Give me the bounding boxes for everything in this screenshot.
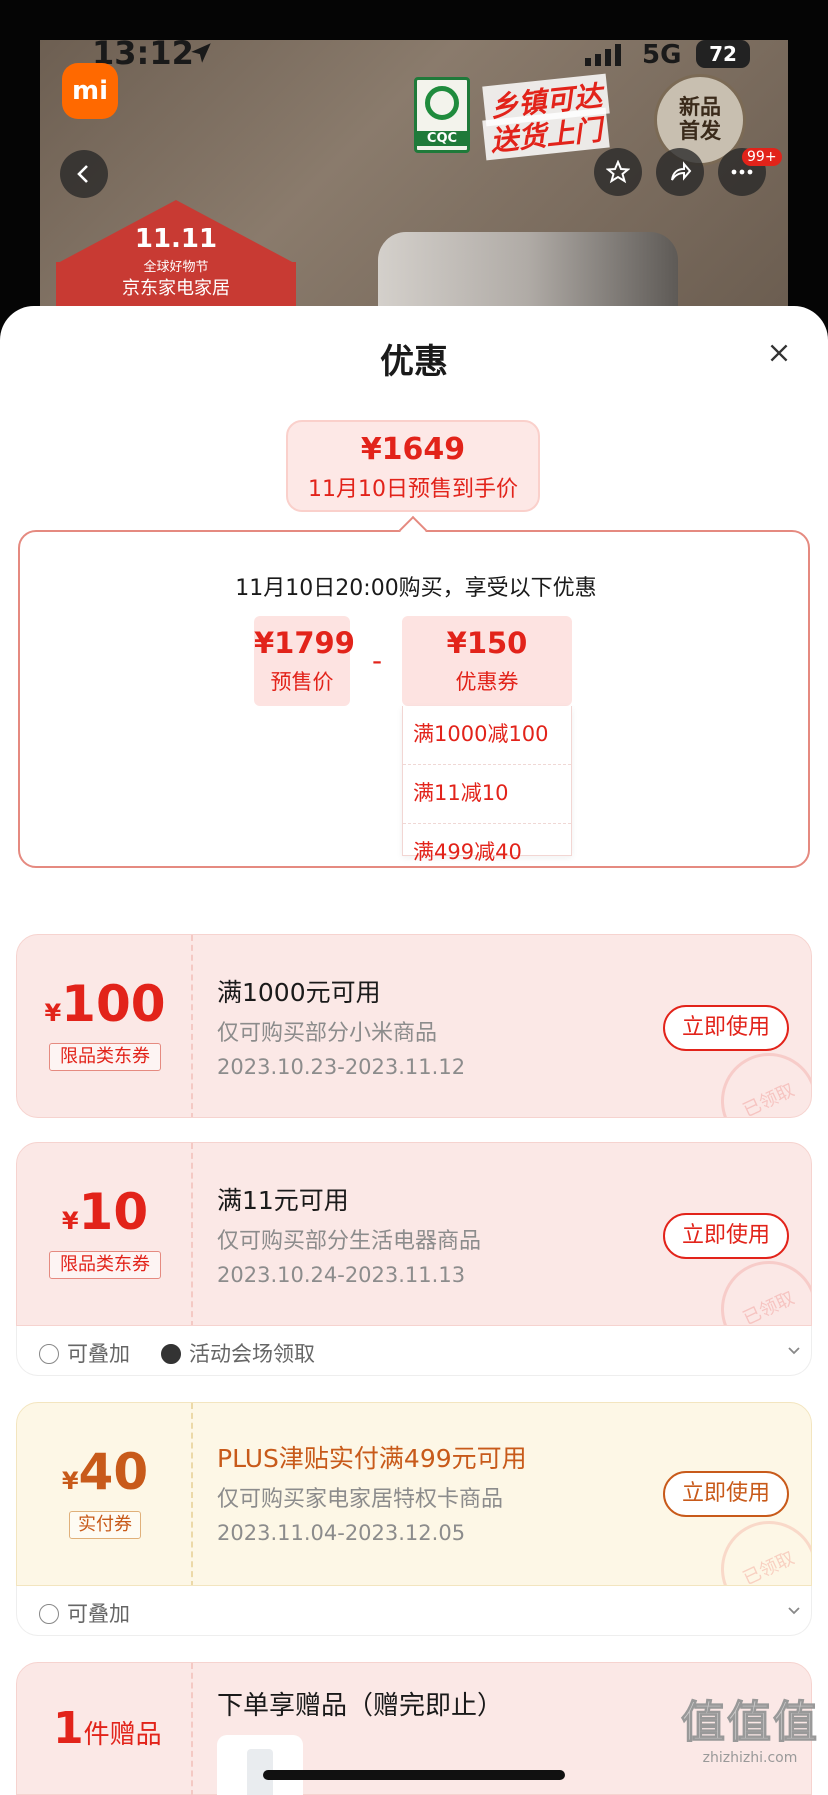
coupon-desc: 仅可购买部分生活电器商品 bbox=[217, 1229, 482, 1254]
use-now-button[interactable]: 立即使用 bbox=[663, 1005, 789, 1051]
coupon-tag: 实付券 bbox=[69, 1511, 141, 1539]
event-subtitle: 全球好物节 bbox=[143, 260, 209, 275]
event-channel: 京东家电家居 bbox=[122, 278, 230, 299]
use-now-button[interactable]: 立即使用 bbox=[663, 1471, 789, 1517]
venue-label: 活动会场领取 bbox=[189, 1342, 315, 1366]
coupon-amount: ¥10 bbox=[17, 1183, 193, 1241]
signal-icon bbox=[585, 44, 621, 66]
gift-count-label: 件赠品 bbox=[83, 1720, 162, 1750]
gift-title: 下单享赠品（赠完即止） bbox=[217, 1691, 504, 1721]
coupon-date: 2023.11.04-2023.12.05 bbox=[217, 1521, 466, 1545]
back-button[interactable] bbox=[60, 150, 108, 198]
coupon-condition: 满1000元可用 bbox=[217, 978, 381, 1007]
coupon-footer[interactable]: 可叠加 活动会场领取 bbox=[16, 1326, 812, 1376]
status-bar: 13:12 5G 72 bbox=[0, 0, 828, 72]
coupon-tag: 限品类东券 bbox=[49, 1251, 161, 1279]
coupon-breakdown-list: 满1000减100 满11减10 满499减40 bbox=[402, 706, 572, 864]
presale-price-cell: ¥1799 预售价 bbox=[254, 616, 355, 706]
new-badge-line1: 新品 bbox=[679, 95, 721, 119]
coupon-date: 2023.10.24-2023.11.13 bbox=[217, 1263, 466, 1287]
coupon-card: ¥10 限品类东券 满11元可用 仅可购买部分生活电器商品 2023.10.24… bbox=[16, 1142, 812, 1326]
coupon-breakdown-item: 满1000减100 bbox=[403, 706, 571, 765]
favorite-button[interactable] bbox=[594, 148, 642, 196]
network-type: 5G bbox=[642, 40, 682, 70]
venue-info: 活动会场领取 bbox=[161, 1338, 315, 1368]
coupon-currency: ¥ bbox=[61, 1467, 79, 1495]
coupon-total-label: 优惠券 bbox=[455, 670, 519, 694]
coupon-date: 2023.10.23-2023.11.12 bbox=[217, 1055, 466, 1079]
coupon-card: ¥40 实付券 PLUS津贴实付满499元可用 仅可购买家电家居特权卡商品 20… bbox=[16, 1402, 812, 1586]
minus-sign: - bbox=[372, 644, 383, 677]
coupon-desc: 仅可购买部分小米商品 bbox=[217, 1021, 438, 1046]
cqc-text: CQC bbox=[417, 131, 467, 146]
coupon-condition: PLUS津贴实付满499元可用 bbox=[217, 1444, 527, 1473]
coupon-total-value: ¥150 bbox=[446, 626, 528, 660]
coupon-breakdown-item: 满499减40 bbox=[413, 840, 522, 864]
gift-thumbnail[interactable] bbox=[217, 1735, 303, 1795]
site-watermark: 值值值 zhizhizhi.com bbox=[676, 1686, 824, 1767]
final-price-box: ¥1649 11月10日预售到手价 bbox=[286, 420, 540, 512]
use-now-button[interactable]: 立即使用 bbox=[663, 1213, 789, 1259]
close-icon[interactable] bbox=[766, 340, 792, 366]
coupon-amount: ¥40 bbox=[17, 1443, 193, 1501]
price-calc-box: 11月10日20:00购买，享受以下优惠 ¥1799 预售价 - ¥150 优惠… bbox=[18, 530, 810, 868]
coupon-currency: ¥ bbox=[61, 1207, 79, 1235]
coupon-card: ¥100 限品类东券 满1000元可用 仅可购买部分小米商品 2023.10.2… bbox=[16, 934, 812, 1118]
coupon-desc: 仅可购买家电家居特权卡商品 bbox=[217, 1487, 504, 1512]
claimed-stamp: 已领取 bbox=[705, 1505, 811, 1585]
sheet-title: 优惠 bbox=[380, 342, 448, 382]
gift-count-number: 1 bbox=[53, 1703, 84, 1754]
chevron-left-icon bbox=[77, 165, 88, 183]
stackable-info: 可叠加 bbox=[39, 1338, 130, 1368]
coupon-footer[interactable]: 可叠加 bbox=[16, 1586, 812, 1636]
stack-icon bbox=[39, 1344, 59, 1364]
brand-logo: mi bbox=[62, 63, 118, 119]
cqc-mark-icon bbox=[425, 86, 459, 120]
coupon-amount-value: 10 bbox=[78, 1183, 149, 1241]
event-title: 11.11 bbox=[134, 224, 218, 254]
home-indicator[interactable] bbox=[263, 1770, 565, 1780]
presale-price-label: 预售价 bbox=[270, 670, 334, 694]
coupon-amount-area: ¥10 限品类东券 bbox=[17, 1143, 193, 1325]
coupon-amount-value: 100 bbox=[61, 975, 166, 1033]
chevron-down-icon[interactable] bbox=[787, 1604, 801, 1618]
coupon-amount-area: ¥40 实付券 bbox=[17, 1403, 193, 1585]
share-icon bbox=[671, 161, 692, 181]
star-icon bbox=[606, 160, 630, 184]
location-arrow-icon bbox=[191, 43, 211, 63]
battery-indicator: 72 bbox=[696, 40, 750, 68]
cqc-cert-logo: CQC bbox=[414, 77, 470, 153]
coupon-currency: ¥ bbox=[44, 999, 62, 1027]
coupon-amount-area: ¥100 限品类东券 bbox=[17, 935, 193, 1117]
notification-badge: 99+ bbox=[742, 148, 782, 166]
final-price-value: ¥1649 bbox=[360, 432, 466, 467]
final-price-label: 11月10日预售到手价 bbox=[308, 477, 518, 502]
coupon-total-cell: ¥150 优惠券 bbox=[402, 616, 572, 706]
new-badge-line2: 首发 bbox=[679, 119, 721, 143]
stack-icon bbox=[39, 1604, 59, 1624]
coupon-condition: 满11元可用 bbox=[217, 1186, 349, 1215]
watermark-logo: 值值值 bbox=[681, 1697, 819, 1749]
watermark-url: zhizhizhi.com bbox=[702, 1750, 798, 1766]
share-button[interactable] bbox=[656, 148, 704, 196]
presale-price-value: ¥1799 bbox=[254, 626, 355, 660]
coupon-amount: ¥100 bbox=[17, 975, 193, 1033]
gift-count-area: 1件赠品 bbox=[17, 1663, 193, 1795]
coupon-breakdown-item: 满11减10 bbox=[403, 765, 571, 824]
coupon-amount-value: 40 bbox=[78, 1443, 149, 1501]
stackable-info: 可叠加 bbox=[39, 1598, 130, 1628]
chevron-down-icon[interactable] bbox=[787, 1344, 801, 1358]
gift-count: 1件赠品 bbox=[53, 1703, 162, 1754]
stackable-label: 可叠加 bbox=[67, 1602, 130, 1626]
coupon-tag: 限品类东券 bbox=[49, 1043, 161, 1071]
calc-note: 11月10日20:00购买，享受以下优惠 bbox=[235, 576, 597, 601]
venue-icon bbox=[161, 1344, 181, 1364]
stackable-label: 可叠加 bbox=[67, 1342, 130, 1366]
